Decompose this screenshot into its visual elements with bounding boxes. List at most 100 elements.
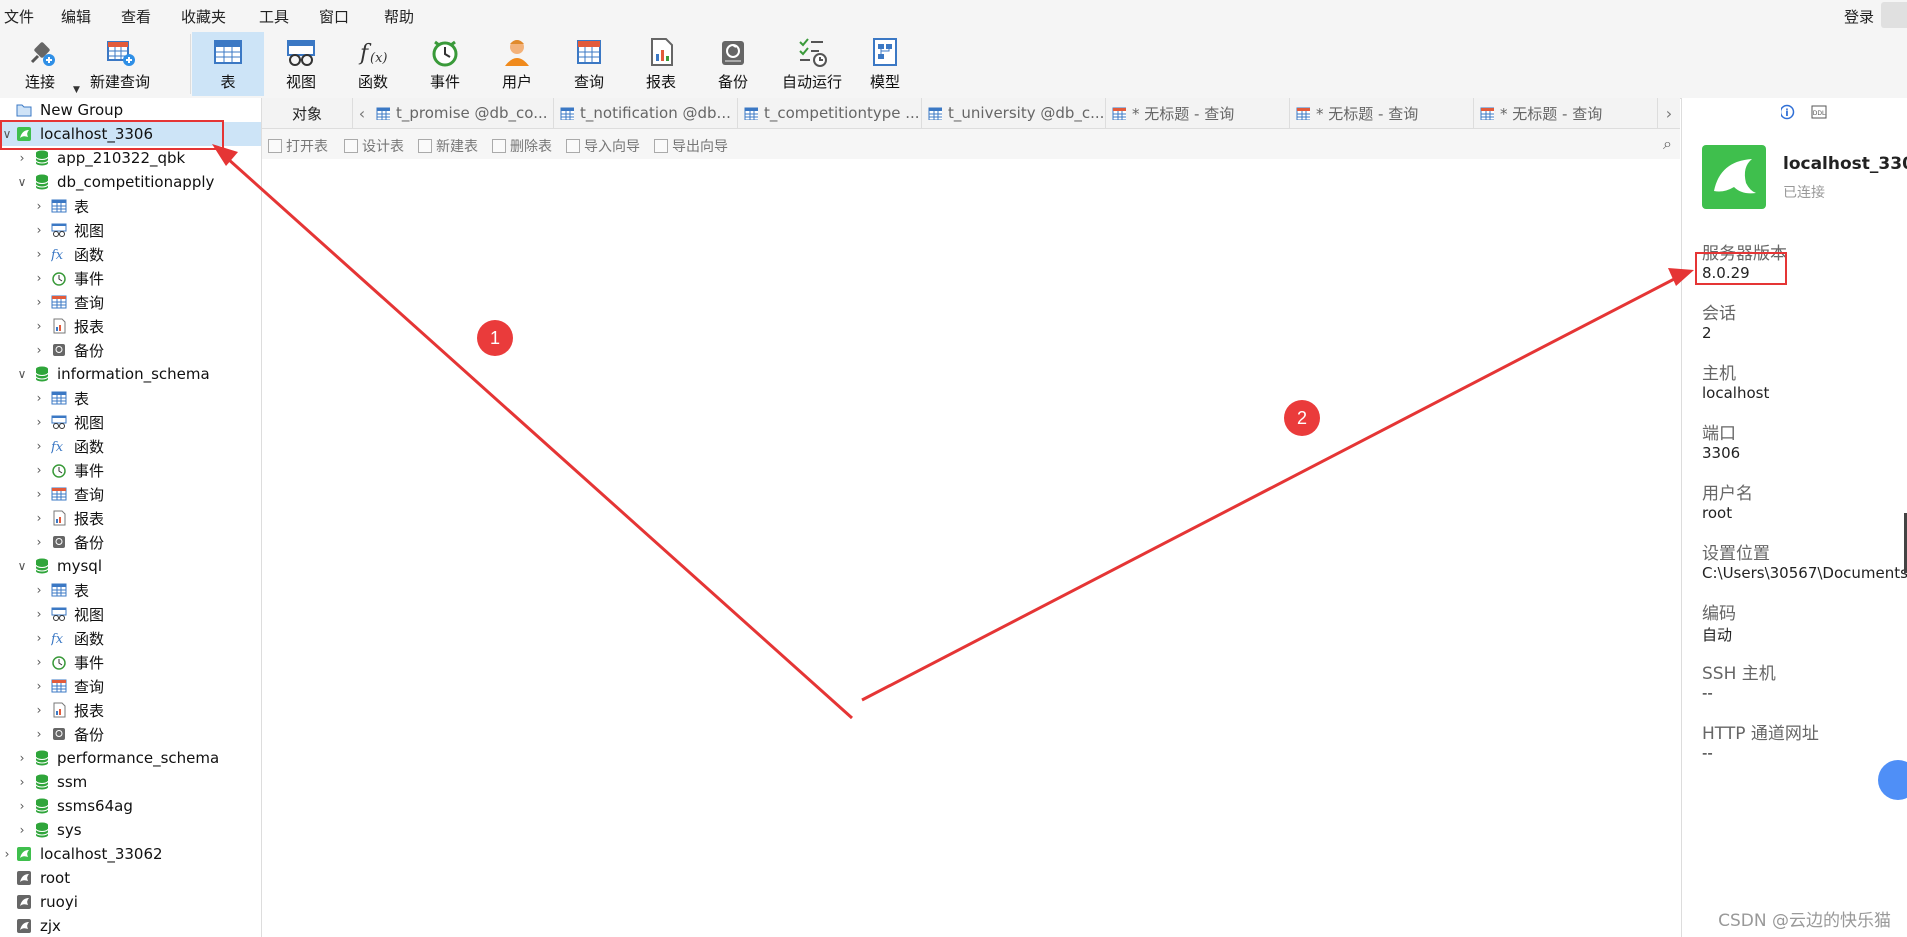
query-button[interactable]: 查询 (554, 32, 624, 96)
import-wizard-button[interactable]: 导入向导 (566, 136, 640, 156)
login-link[interactable]: 登录 (1844, 6, 1874, 27)
tree-node-queries[interactable]: › 查询 (0, 674, 261, 698)
tab-t-notification[interactable]: t_notification @db... (554, 98, 738, 128)
backup-button[interactable]: 备份 (698, 32, 768, 96)
tree-node-functions[interactable]: › 函数 (0, 242, 261, 266)
chevron-right-icon[interactable]: › (32, 463, 46, 477)
tab-t-university[interactable]: t_university @db_c... (922, 98, 1106, 128)
chevron-down-icon[interactable]: ∨ (15, 175, 29, 189)
chevron-right-icon[interactable]: › (32, 271, 46, 285)
menu-window[interactable]: 窗口 (319, 6, 349, 27)
chevron-right-icon[interactable]: › (32, 439, 46, 453)
tree-connection-root[interactable]: root (0, 866, 261, 890)
report-button[interactable]: 报表 (626, 32, 696, 96)
connect-dropdown-icon[interactable]: ▼ (73, 85, 80, 95)
tree-db-sys[interactable]: › sys (0, 818, 261, 842)
new-table-button[interactable]: 新建表 (418, 136, 478, 156)
event-button[interactable]: 事件 (410, 32, 480, 96)
tree-node-views[interactable]: › 视图 (0, 602, 261, 626)
tree-node-backups[interactable]: › 备份 (0, 722, 261, 746)
auto-run-button[interactable]: 自动运行 (770, 32, 854, 96)
chevron-right-icon[interactable]: › (15, 751, 29, 765)
chevron-right-icon[interactable]: › (32, 415, 46, 429)
chevron-down-icon[interactable]: ∨ (15, 559, 29, 573)
tree-node-reports[interactable]: › 报表 (0, 698, 261, 722)
tree-node-backups[interactable]: › 备份 (0, 338, 261, 362)
chevron-right-icon[interactable]: › (32, 583, 46, 597)
chevron-right-icon[interactable]: › (32, 727, 46, 741)
menu-edit[interactable]: 编辑 (61, 6, 91, 27)
tree-db-information-schema[interactable]: ∨ information_schema (0, 362, 261, 386)
chevron-right-icon[interactable]: › (32, 247, 46, 261)
chevron-right-icon[interactable]: › (15, 775, 29, 789)
chevron-down-icon[interactable]: ∨ (15, 367, 29, 381)
tree-node-events[interactable]: › 事件 (0, 266, 261, 290)
chevron-right-icon[interactable]: › (32, 295, 46, 309)
tree-group-new-group[interactable]: New Group (0, 98, 261, 122)
tree-db-competitionapply[interactable]: ∨ db_competitionapply (0, 170, 261, 194)
chevron-right-icon[interactable]: › (32, 703, 46, 717)
tree-node-views[interactable]: › 视图 (0, 410, 261, 434)
tree-db-ssms64ag[interactable]: › ssms64ag (0, 794, 261, 818)
chevron-right-icon[interactable]: › (32, 391, 46, 405)
menu-help[interactable]: 帮助 (384, 6, 414, 27)
tree-node-reports[interactable]: › 报表 (0, 506, 261, 530)
tree-node-reports[interactable]: › 报表 (0, 314, 261, 338)
chevron-right-icon[interactable]: › (32, 631, 46, 645)
chevron-right-icon[interactable]: › (32, 679, 46, 693)
menu-view[interactable]: 查看 (121, 6, 151, 27)
tree-node-backups[interactable]: › 备份 (0, 530, 261, 554)
chevron-left-icon[interactable]: ‹ (352, 98, 371, 128)
chevron-right-icon[interactable]: › (32, 655, 46, 669)
model-button[interactable]: 模型 (850, 32, 920, 96)
chevron-right-icon[interactable]: › (32, 199, 46, 213)
tree-node-views[interactable]: › 视图 (0, 218, 261, 242)
tree-node-tables[interactable]: › 表 (0, 386, 261, 410)
chevron-right-icon[interactable]: › (32, 343, 46, 357)
tree-connection-ruoyi[interactable]: ruoyi (0, 890, 261, 914)
connect-button[interactable]: 连接 (8, 32, 72, 96)
tree-node-events[interactable]: › 事件 (0, 458, 261, 482)
user-button[interactable]: 用户 (482, 32, 552, 96)
tree-connection-localhost-33062[interactable]: › localhost_33062 (0, 842, 261, 866)
menu-tools[interactable]: 工具 (259, 6, 289, 27)
menu-file[interactable]: 文件 (4, 6, 34, 27)
tab-t-competitiontype[interactable]: t_competitiontype ... (738, 98, 922, 128)
view-button[interactable]: 视图 (266, 32, 336, 96)
tab-untitled-query-3[interactable]: * 无标题 - 查询 (1474, 98, 1658, 128)
tree-node-tables[interactable]: › 表 (0, 578, 261, 602)
chevron-right-icon[interactable]: › (32, 223, 46, 237)
tree-db-ssm[interactable]: › ssm (0, 770, 261, 794)
chevron-right-icon[interactable]: › (1660, 98, 1678, 128)
search-icon[interactable]: ⌕ (1663, 134, 1672, 154)
tree-node-events[interactable]: › 事件 (0, 650, 261, 674)
chevron-right-icon[interactable]: › (15, 799, 29, 813)
tree-node-tables[interactable]: › 表 (0, 194, 261, 218)
tab-objects[interactable]: 对象 (262, 98, 352, 128)
new-query-button[interactable]: 新建查询 (84, 32, 156, 96)
chevron-right-icon[interactable]: › (32, 535, 46, 549)
delete-table-button[interactable]: 删除表 (492, 136, 552, 156)
info-icon[interactable]: i (1779, 104, 1795, 120)
chevron-right-icon[interactable]: › (32, 319, 46, 333)
chevron-right-icon[interactable]: › (32, 487, 46, 501)
tree-node-functions[interactable]: › 函数 (0, 434, 261, 458)
chevron-right-icon[interactable]: › (0, 847, 14, 861)
tab-untitled-query-2[interactable]: * 无标题 - 查询 (1290, 98, 1474, 128)
tree-db-mysql[interactable]: ∨ mysql (0, 554, 261, 578)
export-wizard-button[interactable]: 导出向导 (654, 136, 728, 156)
function-button[interactable]: f (x) 函数 (338, 32, 408, 96)
tree-node-queries[interactable]: › 查询 (0, 482, 261, 506)
chevron-right-icon[interactable]: › (32, 511, 46, 525)
tab-untitled-query-1[interactable]: * 无标题 - 查询 (1106, 98, 1290, 128)
chevron-right-icon[interactable]: › (15, 823, 29, 837)
chevron-right-icon[interactable]: › (32, 607, 46, 621)
tree-node-queries[interactable]: › 查询 (0, 290, 261, 314)
tree-db-performance-schema[interactable]: › performance_schema (0, 746, 261, 770)
chevron-right-icon[interactable]: › (15, 151, 29, 165)
tree-connection-zjx[interactable]: zjx (0, 914, 261, 937)
collapse-float-button[interactable] (1878, 760, 1907, 800)
open-table-button[interactable]: 打开表 (268, 136, 328, 156)
design-table-button[interactable]: 设计表 (344, 136, 404, 156)
avatar[interactable] (1881, 2, 1907, 28)
